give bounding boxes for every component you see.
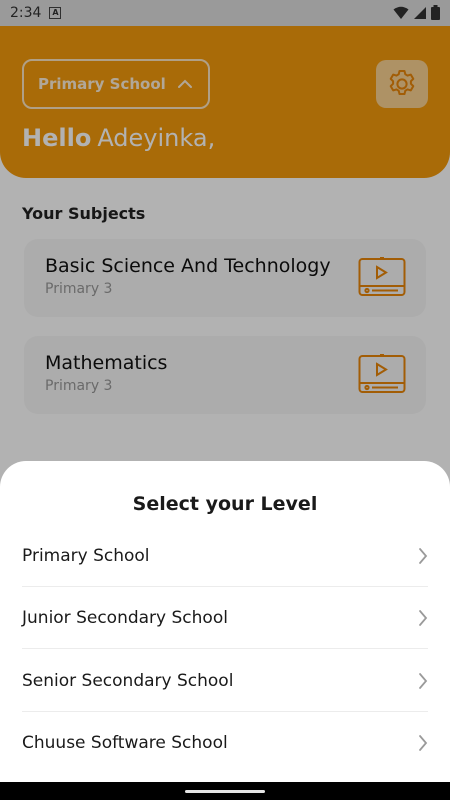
level-bottom-sheet: Select your Level Primary School Junior … [0,461,450,800]
chevron-right-icon [419,548,428,564]
level-option-primary-school[interactable]: Primary School [22,525,428,587]
system-nav-bar [0,782,450,800]
level-option-label: Primary School [22,545,150,566]
chevron-right-icon [419,735,428,751]
level-option-label: Junior Secondary School [22,607,228,628]
level-option-senior-secondary[interactable]: Senior Secondary School [22,650,428,712]
sheet-title: Select your Level [132,493,318,515]
level-option-label: Senior Secondary School [22,670,234,691]
home-gesture-handle[interactable] [185,790,265,793]
app-screen: 2:34 A Primary School Hello Adeyinka, You… [0,0,450,800]
level-option-label: Chuuse Software School [22,733,228,753]
level-option-chuuse-software[interactable]: Chuuse Software School [22,712,428,774]
chevron-right-icon [419,673,428,689]
chevron-right-icon [419,610,428,626]
level-option-junior-secondary[interactable]: Junior Secondary School [22,587,428,649]
